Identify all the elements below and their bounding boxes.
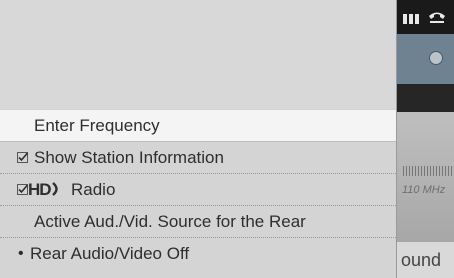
menu-blank-area	[0, 0, 396, 109]
menu-item-enter-frequency[interactable]: Enter Frequency	[0, 110, 396, 142]
menu-item-label: Enter Frequency	[34, 116, 160, 135]
menu-item-hd-radio[interactable]: HD Radio	[0, 174, 396, 206]
checkbox-checked-icon	[17, 152, 28, 163]
radio-options-menu: Enter Frequency Show Station Information…	[0, 0, 397, 278]
radio-screen: 110 MHz ound Enter Frequency Show Statio…	[0, 0, 454, 278]
menu-item-label: Radio	[71, 180, 116, 199]
signal-arc-icon	[51, 182, 58, 196]
menu-item-label: Show Station Information	[34, 148, 224, 167]
menu-item-active-rear-source[interactable]: Active Aud./Vid. Source for the Rear	[0, 206, 396, 238]
station-bar	[395, 84, 454, 112]
frequency-readout: 110 MHz	[402, 184, 446, 196]
menu-item-label: Rear Audio/Video Off	[30, 244, 190, 263]
signal-icon	[403, 14, 423, 24]
phone-icon	[429, 12, 445, 23]
info-bar	[395, 34, 454, 84]
menu-item-label: Active Aud./Vid. Source for the Rear	[34, 212, 306, 231]
menu-item-rear-audio-video-off[interactable]: • Rear Audio/Video Off	[0, 238, 396, 270]
frequency-panel	[395, 112, 454, 242]
frequency-scale	[403, 166, 454, 176]
globe-icon	[429, 51, 443, 65]
hd-radio-logo: HD	[28, 180, 61, 200]
bullet-icon: •	[18, 245, 24, 262]
sound-button[interactable]: ound	[401, 250, 441, 271]
checkbox-checked-icon	[17, 184, 28, 195]
menu-item-show-station-information[interactable]: Show Station Information	[0, 142, 396, 174]
